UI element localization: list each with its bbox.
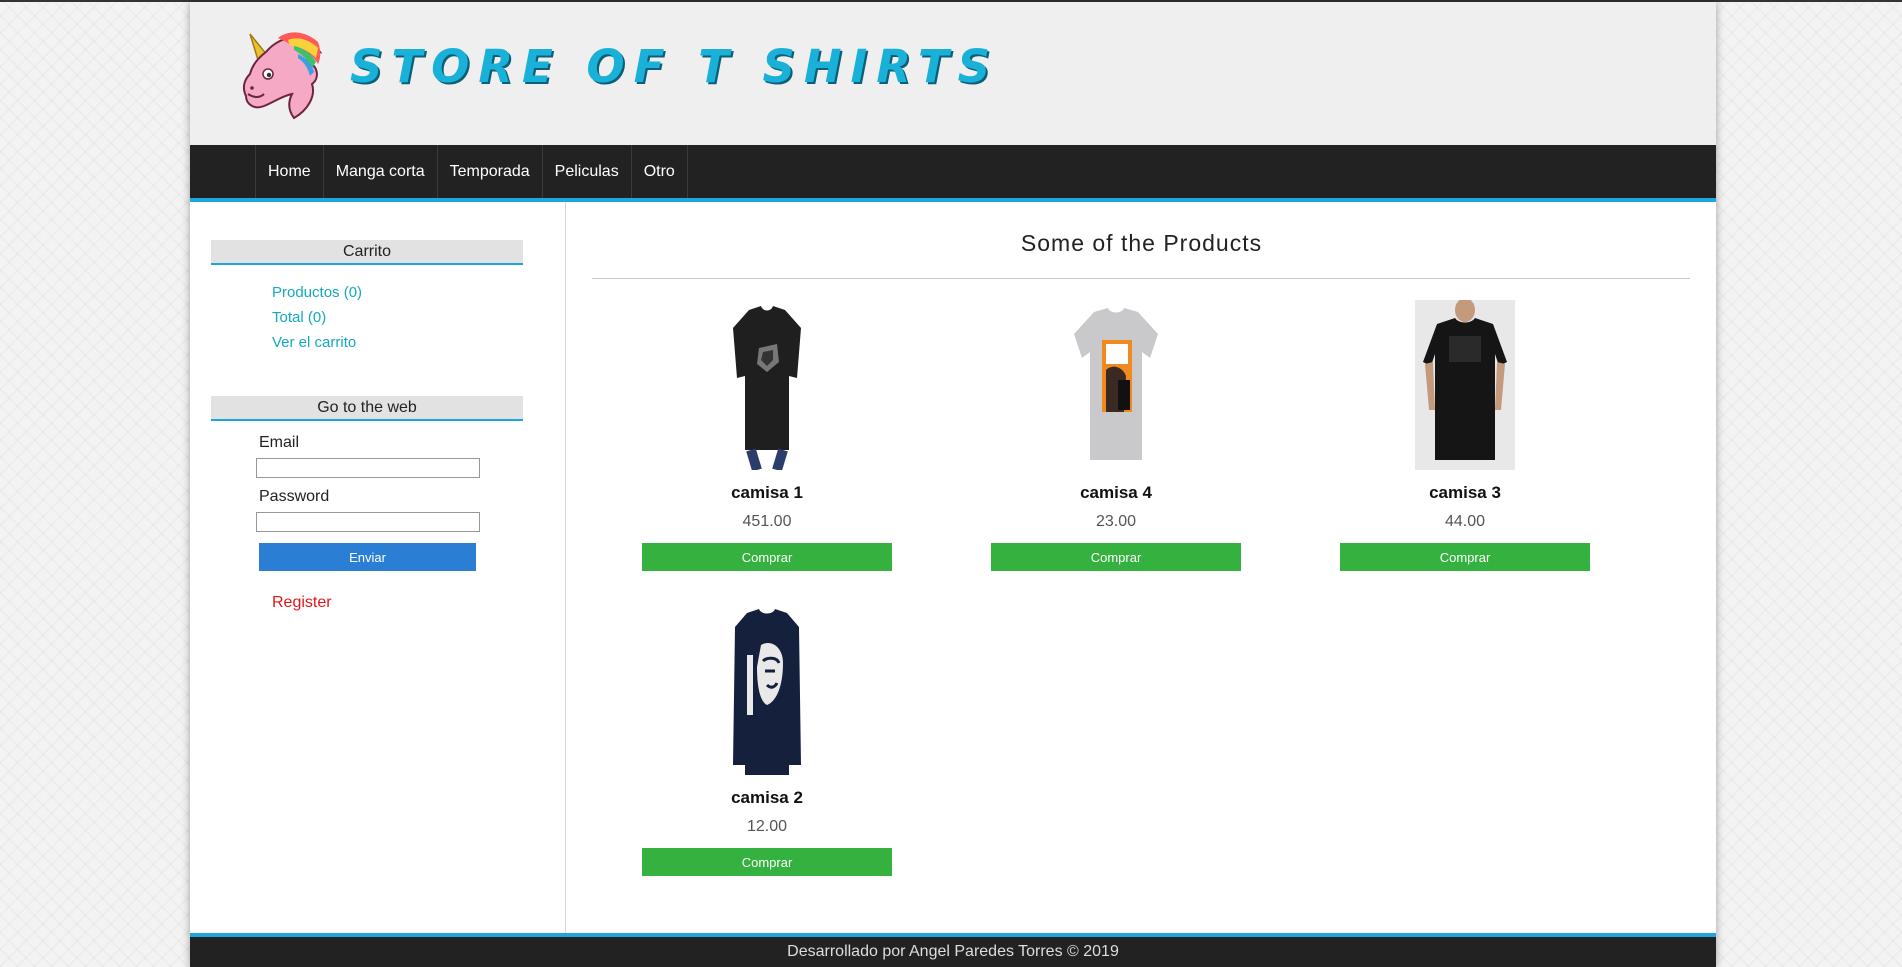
main-nav: Home Manga corta Temporada Peliculas Otr… <box>190 145 1716 202</box>
sidebar: Carrito Productos (0) Total (0) Ver el c… <box>190 202 566 933</box>
nav-item-peliculas[interactable]: Peliculas <box>541 145 631 198</box>
main-content: Some of the Products camisa 1 451.00 Com… <box>567 202 1716 933</box>
product-price: 44.00 <box>1444 513 1486 530</box>
product-price: 23.00 <box>1095 513 1137 530</box>
model-black-tshirt-image[interactable] <box>1415 300 1515 470</box>
nav-item-temporada[interactable]: Temporada <box>436 145 542 198</box>
grey-tshirt-image[interactable] <box>1066 300 1166 470</box>
navy-longsleeve-tshirt-image[interactable] <box>717 605 817 775</box>
product-card: camisa 2 12.00 Comprar <box>642 605 892 885</box>
buy-button[interactable]: Comprar <box>1340 543 1590 571</box>
email-label: Email <box>259 434 300 451</box>
site-title: STORE OF T SHIRTS <box>350 40 999 93</box>
nav-item-manga-corta[interactable]: Manga corta <box>322 145 437 198</box>
product-card: camisa 4 23.00 Comprar <box>991 300 1241 580</box>
buy-button[interactable]: Comprar <box>642 848 892 876</box>
title-divider <box>592 278 1690 279</box>
nav-items: Home Manga corta Temporada Peliculas Otr… <box>255 145 688 198</box>
product-price: 451.00 <box>742 513 792 530</box>
product-name: camisa 3 <box>1429 483 1501 502</box>
product-name: camisa 1 <box>731 483 803 502</box>
password-field[interactable] <box>256 512 480 532</box>
cart-total-link[interactable]: Total (0) <box>272 309 326 326</box>
site-footer: Desarrollado por Angel Paredes Torres © … <box>190 933 1716 967</box>
page-title: Some of the Products <box>1020 230 1263 256</box>
black-tshirt-image[interactable] <box>717 300 817 470</box>
product-name: camisa 2 <box>731 788 803 807</box>
product-card: camisa 3 44.00 Comprar <box>1340 300 1590 580</box>
view-cart-link[interactable]: Ver el carrito <box>272 334 356 351</box>
cart-products-link[interactable]: Productos (0) <box>272 284 362 301</box>
submit-button[interactable]: Enviar <box>259 543 476 571</box>
password-label: Password <box>259 488 330 505</box>
page-container: STORE OF T SHIRTS Home Manga corta Tempo… <box>190 2 1716 967</box>
buy-button[interactable]: Comprar <box>642 543 892 571</box>
product-name: camisa 4 <box>1080 483 1152 502</box>
site-header: STORE OF T SHIRTS <box>190 2 1716 145</box>
cart-heading: Carrito <box>211 240 523 265</box>
product-card: camisa 1 451.00 Comprar <box>642 300 892 580</box>
nav-item-otro[interactable]: Otro <box>630 145 688 198</box>
email-field[interactable] <box>256 458 480 478</box>
buy-button[interactable]: Comprar <box>991 543 1241 571</box>
unicorn-logo-icon[interactable] <box>228 22 328 127</box>
nav-item-home[interactable]: Home <box>255 145 323 198</box>
product-price: 12.00 <box>746 818 788 835</box>
register-link[interactable]: Register <box>272 594 332 612</box>
login-heading: Go to the web <box>211 396 523 421</box>
